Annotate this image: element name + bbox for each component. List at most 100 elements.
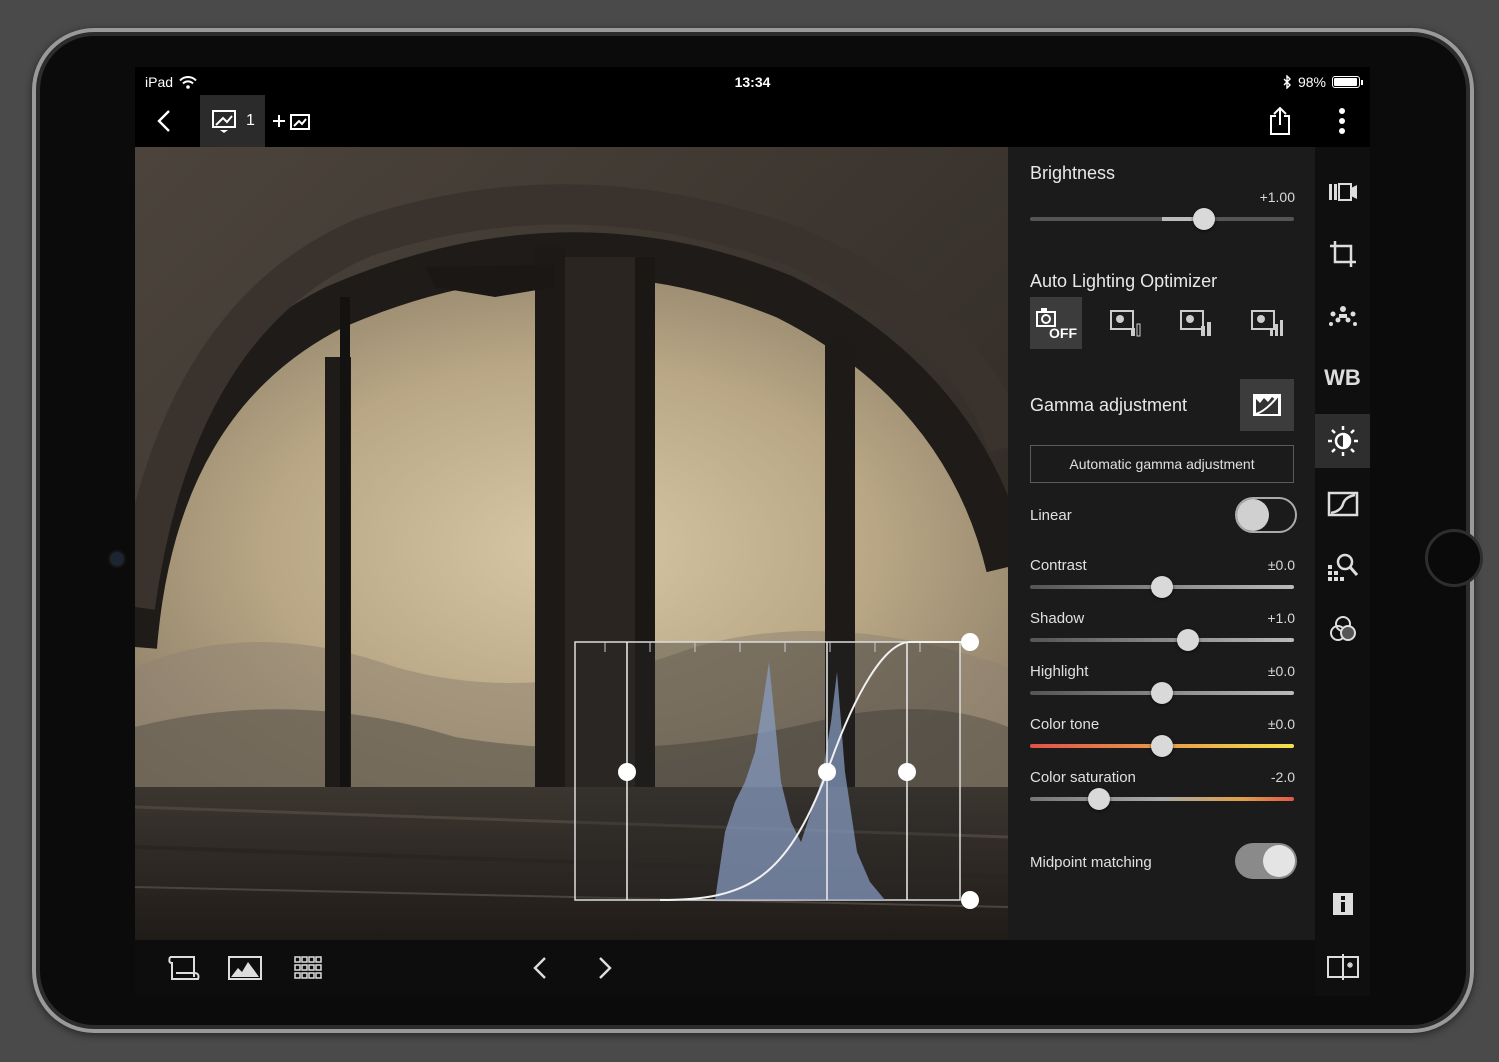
brightness-slider[interactable] [1030, 208, 1294, 230]
info-button[interactable] [1315, 877, 1370, 931]
alo-title: Auto Lighting Optimizer [1030, 271, 1218, 291]
tone-curve-overlay[interactable] [565, 632, 985, 922]
alo-low-button[interactable] [1101, 297, 1153, 349]
midpoint-toggle[interactable] [1235, 843, 1297, 879]
tool-lens-correction[interactable] [1315, 539, 1370, 593]
wb-icon: WB [1324, 365, 1361, 390]
shadow-slider-thumb[interactable] [1177, 629, 1200, 651]
compare-button[interactable] [1315, 940, 1370, 994]
midpoint-label: Midpoint matching [1030, 854, 1152, 871]
shadow-label: Shadow [1030, 610, 1085, 627]
highlight-slider-thumb[interactable] [1151, 682, 1173, 704]
crop-icon [1329, 241, 1356, 267]
bluetooth-icon [1283, 75, 1291, 89]
tool-rail: WB [1315, 147, 1370, 996]
status-time: 13:34 [734, 74, 771, 90]
top-toolbar: 1 [135, 95, 1370, 147]
crop-overlay-button[interactable] [163, 950, 203, 986]
alo-standard-icon [1180, 310, 1211, 336]
contrast-slider-thumb[interactable] [1151, 576, 1173, 598]
gamma-title: Gamma adjustment [1030, 395, 1188, 415]
image-count: 1 [246, 112, 255, 129]
add-image-icon [273, 114, 310, 130]
curve-endpoint-bottom [961, 891, 979, 909]
curve-handle-black [618, 763, 636, 781]
svg-text:OFF: OFF [1049, 325, 1077, 340]
share-button[interactable] [1263, 101, 1297, 141]
linear-toggle-knob [1237, 499, 1269, 531]
brightness-slider-thumb[interactable] [1193, 208, 1216, 230]
image-selector-button[interactable]: 1 [200, 95, 265, 147]
brightness-value: +1.00 [1259, 189, 1295, 205]
color-tone-value: ±0.0 [1267, 716, 1295, 732]
midpoint-toggle-knob [1263, 845, 1295, 877]
curve-handle-mid [818, 763, 836, 781]
color-tone-slider[interactable] [1030, 735, 1294, 757]
contrast-value: ±0.0 [1267, 557, 1295, 573]
alo-low-icon [1110, 310, 1141, 337]
gamma-curve-icon [1253, 394, 1281, 416]
battery-icon [1332, 76, 1363, 88]
picture-style-icon [1328, 183, 1357, 201]
shadow-slider[interactable] [1030, 629, 1294, 651]
highlight-label: Highlight [1030, 663, 1089, 680]
tool-white-balance[interactable]: WB [1315, 351, 1370, 405]
contrast-slider[interactable] [1030, 576, 1294, 598]
grid-icon [294, 956, 322, 979]
alo-high-button[interactable] [1242, 297, 1294, 349]
brightness-title: Brightness [1030, 163, 1116, 183]
histogram-icon [228, 956, 262, 980]
tool-picture-style[interactable] [1315, 165, 1370, 219]
color-saturation-slider[interactable] [1030, 788, 1294, 810]
curve-handle-white [898, 763, 916, 781]
more-vertical-icon [1339, 108, 1345, 134]
compare-icon [1326, 954, 1359, 980]
chevron-left-icon [157, 110, 170, 132]
alo-standard-button[interactable] [1171, 297, 1223, 349]
color-tone-slider-thumb[interactable] [1151, 735, 1173, 757]
next-image-button[interactable] [590, 950, 620, 986]
linear-label: Linear [1030, 507, 1072, 524]
dust-icon [1328, 306, 1357, 326]
status-bar: iPad 13:34 98% [135, 67, 1370, 95]
color-saturation-label: Color saturation [1030, 769, 1136, 786]
alo-high-icon [1251, 310, 1283, 336]
grid-view-button[interactable] [288, 950, 328, 986]
front-camera [110, 552, 124, 566]
image-preview[interactable] [135, 147, 1008, 940]
color-tone-label: Color tone [1030, 716, 1100, 733]
tool-color[interactable] [1315, 602, 1370, 656]
magnifier-grid-icon [1327, 553, 1358, 581]
contrast-label: Contrast [1030, 557, 1087, 574]
tool-tone-curve[interactable] [1315, 477, 1370, 531]
highlight-value: ±0.0 [1267, 663, 1295, 679]
tone-curve-icon [1327, 491, 1358, 517]
more-options-button[interactable] [1328, 101, 1356, 141]
scroll-icon [168, 956, 200, 980]
chevron-right-icon [599, 957, 612, 979]
app-screen: iPad 13:34 98% 1 Brightness +1.00 Auto L… [135, 67, 1370, 996]
image-edit-icon [212, 110, 237, 133]
shadow-value: +1.0 [1267, 610, 1295, 626]
linear-toggle[interactable] [1235, 497, 1297, 533]
tool-dust-delete[interactable] [1315, 289, 1370, 343]
back-button[interactable] [149, 103, 179, 139]
brightness-icon [1327, 426, 1358, 456]
curve-endpoint-top [961, 633, 979, 651]
share-icon [1270, 106, 1290, 135]
tool-crop[interactable] [1315, 227, 1370, 281]
home-button[interactable] [1425, 529, 1483, 587]
gamma-curve-button[interactable] [1240, 379, 1294, 431]
add-image-button[interactable] [270, 103, 314, 139]
color-circles-icon [1329, 616, 1356, 641]
auto-gamma-button[interactable]: Automatic gamma adjustment [1030, 445, 1294, 483]
bottom-toolbar [135, 940, 1315, 996]
adjustment-panel: Brightness +1.00 Auto Lighting Optimizer… [1008, 147, 1315, 940]
alo-off-icon: OFF [1036, 308, 1077, 340]
alo-off-button[interactable]: OFF [1030, 297, 1082, 349]
previous-image-button[interactable] [525, 950, 555, 986]
color-saturation-slider-thumb[interactable] [1087, 788, 1110, 810]
histogram-button[interactable] [225, 950, 265, 986]
tool-brightness[interactable] [1315, 414, 1370, 468]
highlight-slider[interactable] [1030, 682, 1294, 704]
